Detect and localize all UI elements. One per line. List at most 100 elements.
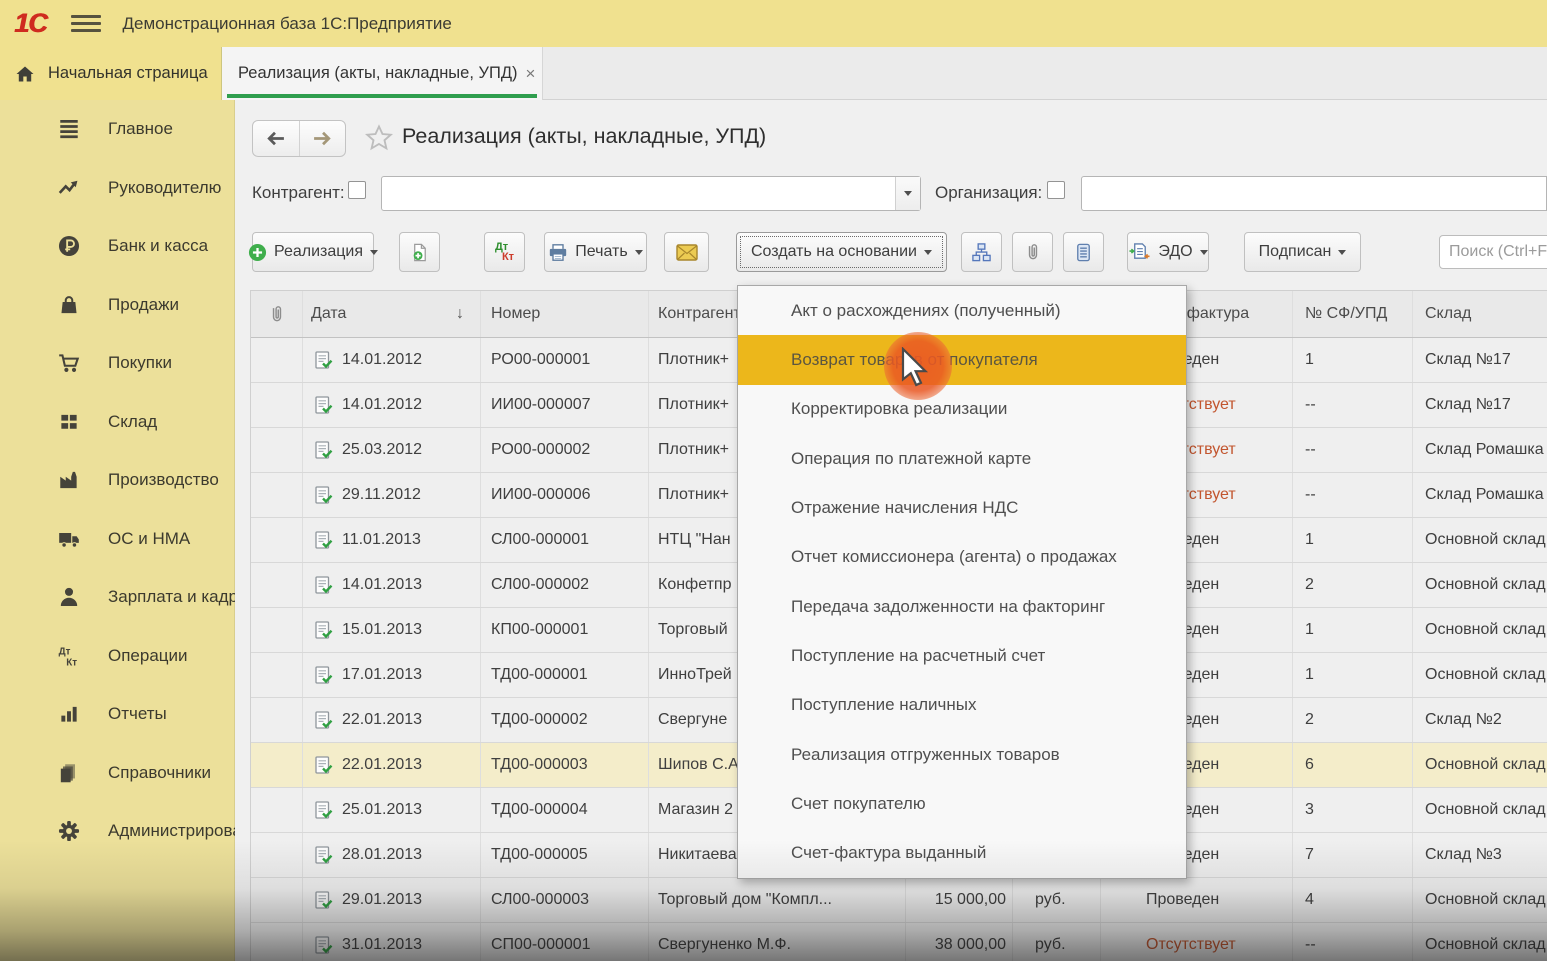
related-documents-button[interactable]: [961, 232, 1002, 272]
sf-upd-column-header[interactable]: № СФ/УПД: [1293, 291, 1413, 337]
context-menu-item[interactable]: Корректировка реализации: [738, 385, 1186, 434]
context-menu-item[interactable]: Операция по платежной карте: [738, 434, 1186, 483]
posted-document-icon: [313, 575, 333, 595]
tab-home-page[interactable]: Начальная страница: [0, 47, 222, 100]
sidebar-item-factory[interactable]: Производство: [0, 451, 234, 510]
context-menu-item[interactable]: Реализация отгруженных товаров: [738, 730, 1186, 779]
sidebar-item-truck[interactable]: ОС и НМА: [0, 510, 234, 569]
tab-close-icon[interactable]: ×: [526, 64, 536, 84]
context-menu-item[interactable]: Поступление на расчетный счет: [738, 631, 1186, 680]
posted-document-icon: [313, 665, 333, 685]
window-title: Демонстрационная база 1С:Предприятие: [123, 14, 452, 34]
posted-document-icon: [313, 485, 333, 505]
posted-document-icon: [313, 800, 333, 820]
organization-filter-input[interactable]: [1081, 176, 1547, 211]
gear-icon: [52, 819, 86, 843]
context-menu-item[interactable]: Счет-фактура выданный: [738, 829, 1186, 878]
print-button[interactable]: Печать: [544, 232, 647, 272]
context-menu-item[interactable]: Акт о расхождениях (полученный): [738, 286, 1186, 335]
forward-button[interactable]: [299, 121, 346, 156]
sidebar-item-cart[interactable]: Покупки: [0, 334, 234, 393]
page-title: Реализация (акты, накладные, УПД): [402, 124, 766, 149]
create-realization-button[interactable]: Реализация: [252, 232, 374, 272]
tab-home-label: Начальная страница: [48, 64, 208, 83]
dt-kt-icon: ДтКт: [495, 242, 514, 262]
sidebar-item-ruble[interactable]: Банк и касса: [0, 217, 234, 276]
history-nav-group: [252, 120, 346, 157]
posted-document-icon: [313, 710, 333, 730]
dtkt-icon: [52, 644, 86, 668]
signed-filter-button[interactable]: Подписан: [1244, 232, 1361, 272]
sidebar-item-grid[interactable]: Склад: [0, 393, 234, 452]
counterparty-filter-input[interactable]: [381, 176, 921, 211]
attachment-column-header[interactable]: [251, 291, 303, 337]
bag-icon: [52, 293, 86, 317]
attachments-button[interactable]: [1012, 232, 1053, 272]
counterparty-filter-checkbox[interactable]: [348, 181, 366, 199]
posted-document-icon: [313, 845, 333, 865]
warehouse-column-header[interactable]: Склад: [1413, 291, 1547, 337]
posted-document-icon: [313, 440, 333, 460]
posted-document-icon: [313, 935, 333, 955]
grid-icon: [52, 410, 86, 434]
1c-enterprise-window: 1С Демонстрационная база 1С:Предприятие …: [0, 0, 1547, 961]
favorite-star-icon[interactable]: [364, 123, 394, 153]
register-list-button[interactable]: [1063, 232, 1104, 272]
number-column-header[interactable]: Номер: [481, 291, 649, 337]
sidebar-item-person[interactable]: Зарплата и кадры: [0, 568, 234, 627]
sort-desc-icon: ↓: [456, 305, 464, 323]
context-menu-item[interactable]: Счет покупателю: [738, 779, 1186, 828]
sidebar-item-chart[interactable]: Отчеты: [0, 685, 234, 744]
back-button[interactable]: [253, 121, 299, 156]
truck-icon: [52, 527, 86, 551]
posted-document-icon: [313, 395, 333, 415]
cart-icon: [52, 351, 86, 375]
date-column-header[interactable]: Дата↓: [303, 291, 481, 337]
sidebar-item-gear[interactable]: Администрирование: [0, 802, 234, 861]
structure-icon: [971, 242, 992, 263]
create-based-on-menu: Акт о расхождениях (полученный)Возврат т…: [737, 285, 1187, 879]
list-icon: [1073, 242, 1094, 263]
printer-icon: [548, 243, 568, 262]
counterparty-dropdown-icon[interactable]: [895, 177, 920, 210]
tab-realization[interactable]: Реализация (акты, накладные, УПД) ×: [222, 47, 543, 100]
books-icon: [52, 761, 86, 785]
posted-document-icon: [313, 620, 333, 640]
posted-document-icon: [313, 755, 333, 775]
context-menu-item[interactable]: Отражение начисления НДС: [738, 483, 1186, 532]
copy-document-button[interactable]: [399, 232, 440, 272]
search-input[interactable]: [1439, 235, 1547, 269]
sidebar-item-menu[interactable]: Главное: [0, 100, 234, 159]
main-menu-icon[interactable]: [71, 15, 101, 32]
window-titlebar: 1С Демонстрационная база 1С:Предприятие: [0, 0, 1547, 47]
plus-circle-icon: [248, 243, 267, 262]
section-sidebar: Главное Руководителю Банк и касса Продаж…: [0, 100, 235, 961]
sidebar-item-books[interactable]: Справочники: [0, 744, 234, 803]
person-icon: [52, 585, 86, 609]
table-row[interactable]: 29.01.2013 СЛ00-000003 Торговый дом "Ком…: [251, 878, 1547, 923]
context-menu-item[interactable]: Поступление наличных: [738, 681, 1186, 730]
edo-button[interactable]: ЭДО: [1127, 232, 1209, 272]
context-menu-item[interactable]: Возврат товаров от покупателя: [738, 335, 1186, 384]
ruble-icon: [52, 234, 86, 258]
sidebar-item-dtkt[interactable]: Операции: [0, 627, 234, 686]
menu-icon: [52, 117, 86, 141]
page-plus-icon: [409, 242, 430, 263]
posted-document-icon: [313, 890, 333, 910]
organization-filter-label: Организация:: [935, 183, 1042, 203]
posted-document-icon: [313, 530, 333, 550]
sidebar-item-trend[interactable]: Руководителю: [0, 159, 234, 218]
tab-bar: Начальная страница Реализация (акты, нак…: [0, 47, 1547, 100]
context-menu-item[interactable]: Отчет комиссионера (агента) о продажах: [738, 533, 1186, 582]
organization-filter-checkbox[interactable]: [1047, 181, 1065, 199]
table-row[interactable]: 31.01.2013 СП00-000001 Свергуненко М.Ф. …: [251, 923, 1547, 961]
context-menu-item[interactable]: Передача задолженности на факторинг: [738, 582, 1186, 631]
tab-realization-label: Реализация (акты, накладные, УПД): [238, 64, 518, 83]
create-based-on-button[interactable]: Создать на основании: [736, 232, 947, 272]
send-email-button[interactable]: [664, 232, 709, 272]
factory-icon: [52, 468, 86, 492]
sidebar-item-bag[interactable]: Продажи: [0, 276, 234, 335]
paperclip-icon: [1023, 242, 1043, 262]
1c-logo: 1С: [14, 8, 47, 39]
show-postings-button[interactable]: ДтКт: [484, 232, 525, 272]
